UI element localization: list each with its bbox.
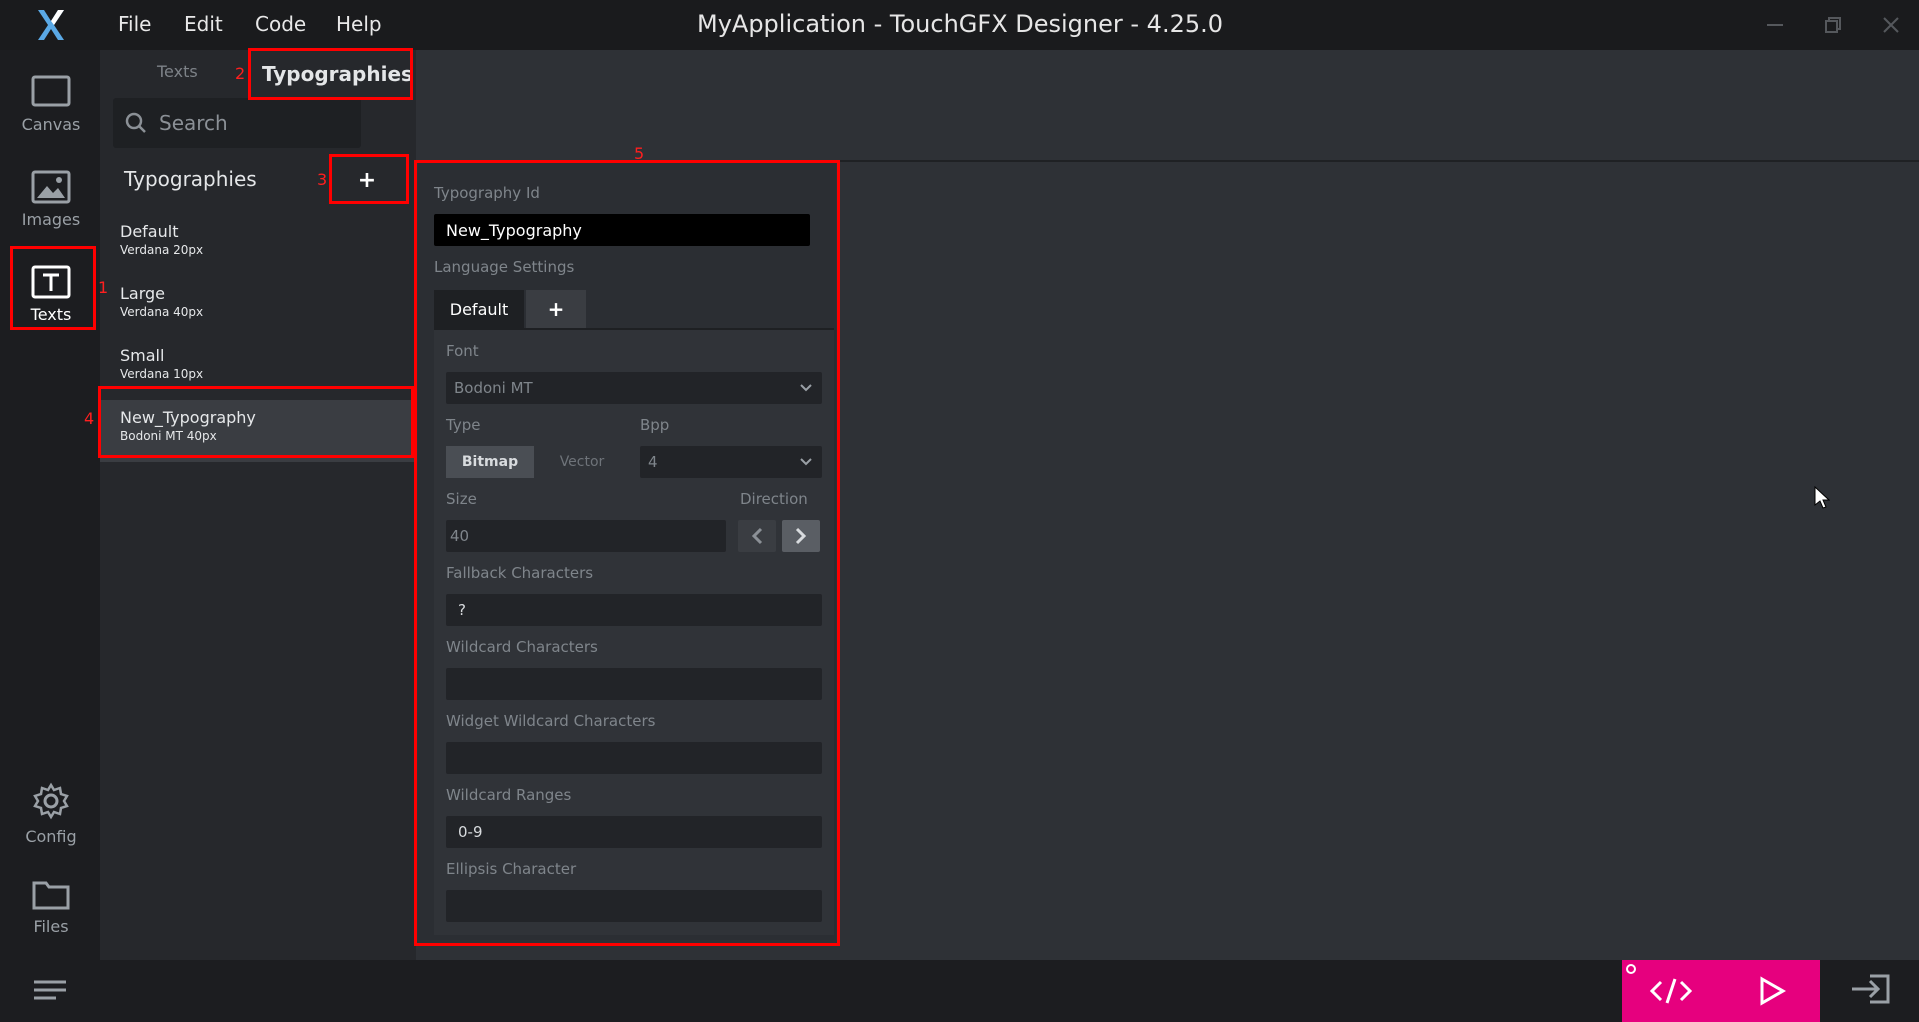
gear-icon	[33, 782, 69, 820]
search-placeholder: Search	[159, 111, 228, 135]
annotation-box-1	[10, 246, 96, 330]
rail-images-label: Images	[21, 210, 81, 229]
annotation-number-4: 4	[84, 409, 95, 428]
annotation-number-2: 2	[235, 64, 246, 83]
restore-icon[interactable]	[1816, 10, 1850, 40]
menu-code[interactable]: Code	[255, 12, 306, 36]
export-icon[interactable]	[1848, 972, 1892, 1010]
annotation-box-4	[98, 386, 414, 458]
typography-item-default[interactable]: Default Verdana 20px	[100, 214, 416, 276]
minimize-icon[interactable]	[1758, 10, 1792, 40]
annotation-box-3	[329, 154, 409, 204]
mouse-cursor-icon	[1814, 485, 1831, 514]
menu-edit[interactable]: Edit	[184, 12, 223, 36]
play-icon	[1760, 976, 1786, 1006]
typographies-heading: Typographies	[124, 167, 257, 191]
status-dot-icon	[1626, 964, 1636, 974]
rail-images[interactable]: Images	[8, 153, 94, 235]
annotation-number-3: 3	[317, 170, 328, 189]
tab-texts[interactable]: Texts	[157, 62, 198, 81]
hamburger-icon[interactable]	[30, 978, 70, 1006]
annotation-box-2	[248, 48, 413, 100]
canvas-icon	[31, 75, 71, 107]
annotation-number-1: 1	[98, 278, 109, 297]
annotation-box-5	[414, 160, 840, 946]
typography-item-spec: Verdana 10px	[120, 367, 204, 381]
panel-divider	[836, 160, 1919, 162]
code-icon	[1649, 978, 1693, 1004]
rail-files-label: Files	[33, 917, 69, 936]
typography-item-name: Large	[120, 284, 166, 303]
touchgfx-logo-icon	[34, 8, 66, 42]
rail-canvas-label: Canvas	[21, 115, 81, 134]
menu-help[interactable]: Help	[336, 12, 382, 36]
rail-config-label: Config	[25, 827, 77, 846]
rail-config[interactable]: Config	[8, 770, 94, 852]
typography-item-name: Default	[120, 222, 179, 241]
menu-file[interactable]: File	[118, 12, 151, 36]
annotation-number-5: 5	[634, 144, 645, 163]
image-icon	[31, 170, 71, 204]
rail-files[interactable]: Files	[8, 860, 94, 942]
rail-canvas[interactable]: Canvas	[8, 58, 94, 140]
close-icon[interactable]	[1874, 10, 1908, 40]
run-simulator-button[interactable]	[1748, 970, 1794, 1012]
window-title: MyApplication - TouchGFX Designer - 4.25…	[696, 10, 1224, 38]
folder-icon	[32, 881, 70, 910]
generate-code-button[interactable]	[1646, 970, 1696, 1012]
search-input[interactable]: Search	[113, 98, 361, 148]
search-icon	[125, 112, 146, 133]
typography-item-large[interactable]: Large Verdana 40px	[100, 276, 416, 338]
typography-item-spec: Verdana 20px	[120, 243, 204, 257]
typography-item-spec: Verdana 40px	[120, 305, 204, 319]
typography-item-name: Small	[120, 346, 165, 365]
